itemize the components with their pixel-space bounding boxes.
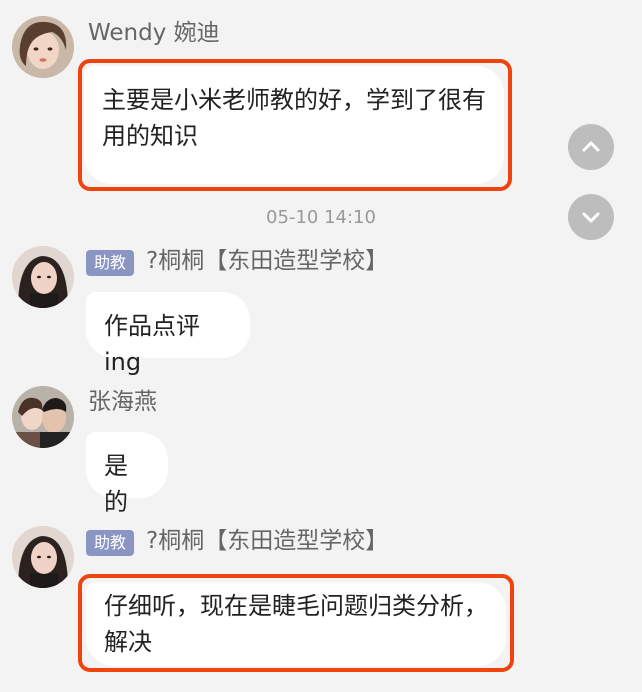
message-bubble[interactable]: 作品点评ing — [86, 292, 250, 376]
highlight-frame — [78, 574, 514, 672]
message-text: 作品点评ing — [104, 312, 200, 376]
avatar-zhanghaiyan[interactable] — [12, 386, 74, 448]
message-bubble[interactable]: 是的 — [86, 432, 168, 516]
sender-name: ?桐桐【东田造型学校】 — [146, 528, 389, 554]
chevron-up-icon — [582, 141, 600, 152]
assistant-badge: 助教 — [86, 530, 135, 556]
sender-name: 张海燕 — [88, 389, 157, 415]
timestamp: 05-10 14:10 — [266, 207, 376, 228]
sender-name: Wendy 婉迪 — [88, 20, 220, 46]
message-text: 是的 — [104, 452, 128, 516]
avatar-wendy[interactable] — [12, 16, 74, 78]
avatar-tongtong[interactable] — [12, 526, 74, 588]
highlight-frame — [78, 59, 512, 191]
avatar-tongtong[interactable] — [12, 246, 74, 308]
assistant-badge: 助教 — [86, 250, 135, 276]
sender-name: ?桐桐【东田造型学校】 — [146, 248, 389, 274]
scroll-up-button[interactable] — [568, 124, 614, 170]
